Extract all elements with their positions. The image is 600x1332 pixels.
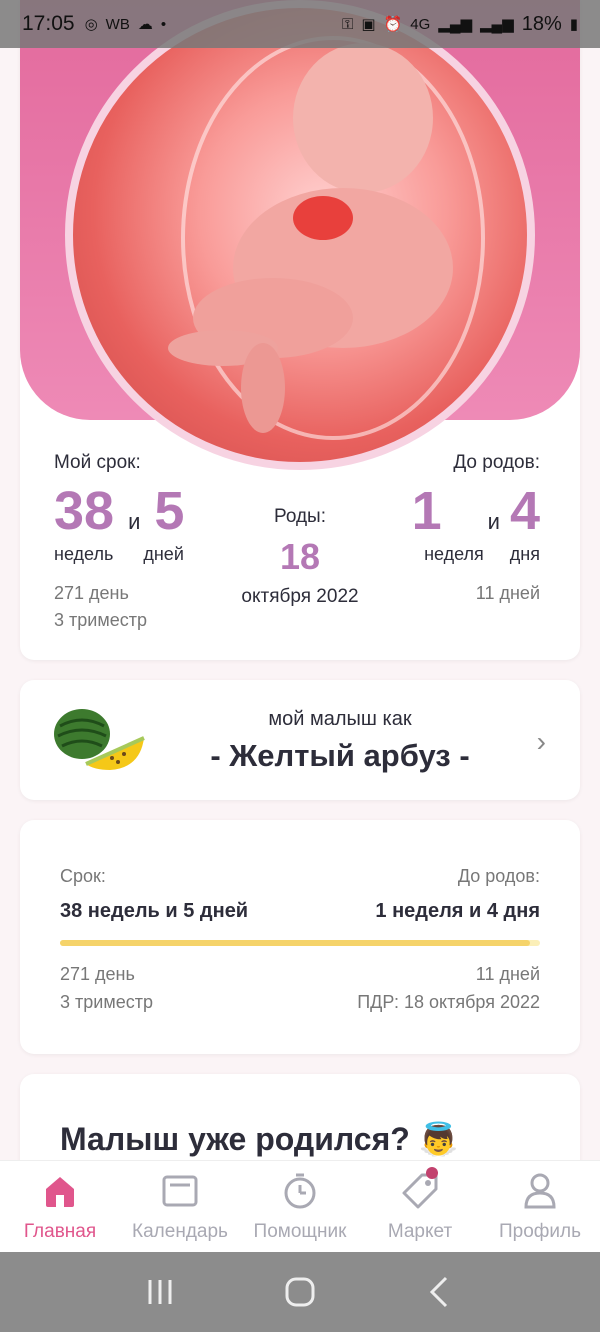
angel-emoji-icon: 👼 (418, 1121, 459, 1157)
cloud-icon: ☁ (137, 16, 153, 33)
birth-month-year: октября 2022 (241, 586, 359, 607)
nav-calendar[interactable]: Календарь (120, 1161, 240, 1252)
fetus-image[interactable] (65, 0, 535, 470)
alarm-icon: ⏰ (383, 16, 403, 33)
until-day-count: 11 дней (475, 583, 540, 603)
progress-bar-fill (60, 940, 531, 946)
fruit-size-card[interactable]: мой малыш как - Желтый арбуз - › (20, 680, 580, 800)
birth-date-block: Роды: 18 октября 2022 (220, 506, 380, 608)
market-badge (426, 1167, 438, 1179)
nav-profile-label: Профиль (498, 1220, 582, 1242)
home-button-icon[interactable] (280, 1272, 320, 1312)
birth-label: Роды: (273, 506, 326, 527)
key-icon: ⚿ (341, 15, 354, 33)
and-text: и (128, 509, 141, 534)
pregnancy-term-card: Мой срок: 38 и 5 недель дней 271 день 3 … (20, 0, 580, 660)
watermelon-icon (54, 709, 145, 770)
progress-until-days: 11 дней (475, 964, 540, 984)
system-navigation-bar (0, 1252, 600, 1332)
battery-icon: ▮ (569, 16, 578, 33)
until-weeks-number: 1 (411, 481, 442, 541)
until-weeks-unit: неделя (424, 544, 484, 564)
day-count: 271 день (54, 583, 129, 603)
until-days-unit: дня (509, 544, 540, 564)
fruit-name: - Желтый арбуз - (210, 738, 470, 773)
calendar-icon (162, 1175, 198, 1206)
weeks-number: 38 (54, 481, 115, 541)
progress-trimester: 3 триместр (60, 992, 153, 1012)
lock-icon: ▣ (361, 16, 376, 33)
baby-born-text: Малыш уже родился? (60, 1121, 410, 1157)
until-and-text: и (487, 509, 500, 534)
birth-day: 18 (279, 536, 321, 577)
fetus-illustration (168, 36, 485, 440)
status-bar: 17:05 ◎ WB ☁ • ⚿ ▣ ⏰ 4G ▂▄▆ ▂▄▆ 18% ▮ (0, 0, 600, 48)
progress-card: Срок: До родов: 38 недель и 5 дней 1 нед… (20, 820, 580, 1054)
days-unit: дней (143, 544, 184, 564)
timer-icon (284, 1173, 316, 1208)
nav-profile[interactable]: Профиль (480, 1161, 600, 1252)
recent-apps-icon[interactable] (140, 1272, 180, 1312)
weeks-unit: недель (54, 544, 114, 564)
signal-icon: ▂▄▆ (438, 16, 472, 33)
progress-bar (60, 940, 540, 946)
nav-market-label: Маркет (387, 1220, 453, 1242)
nav-calendar-label: Календарь (132, 1220, 228, 1242)
dot-icon: • (160, 15, 167, 33)
nav-assistant[interactable]: Помощник (240, 1161, 360, 1252)
progress-term-value: 38 недель и 5 дней (60, 900, 249, 922)
battery-text: 18% (521, 12, 562, 35)
wb-icon: WB (105, 15, 130, 33)
progress-term-label: Срок: (60, 866, 106, 886)
days-number: 5 (154, 481, 185, 541)
nav-market[interactable]: Маркет (360, 1161, 480, 1252)
my-term-block: Мой срок: 38 и 5 недель дней 271 день 3 … (54, 452, 184, 631)
progress-day-count: 271 день (60, 964, 135, 984)
baby-born-title: Малыш уже родился? 👼 (60, 1120, 459, 1158)
progress-until-label: До родов: (457, 866, 540, 886)
progress-pdr: ПДР: 18 октября 2022 (357, 992, 540, 1012)
home-icon (46, 1176, 74, 1207)
my-term-label: Мой срок: (54, 452, 141, 473)
user-icon (524, 1173, 556, 1208)
instagram-icon: ◎ (84, 16, 98, 33)
bottom-navigation: Главная Календарь Помощник Маркет Профил… (0, 1160, 600, 1252)
back-icon[interactable] (420, 1272, 460, 1312)
status-time: 17:05 (22, 12, 75, 35)
nav-assistant-label: Помощник (253, 1220, 347, 1242)
nav-home[interactable]: Главная (0, 1161, 120, 1252)
until-birth-block: До родов: 1 и 4 неделя дня 11 дней (412, 452, 540, 604)
signal-icon-2: ▂▄▆ (480, 16, 514, 33)
until-label: До родов: (453, 452, 540, 473)
trimester: 3 триместр (54, 610, 147, 630)
nav-home-label: Главная (23, 1220, 97, 1242)
progress-until-value: 1 неделя и 4 дня (375, 900, 540, 922)
network-label: 4G (410, 15, 431, 33)
chevron-right-icon[interactable]: › (537, 726, 546, 758)
until-days-number: 4 (509, 481, 540, 541)
fruit-label: мой малыш как (268, 708, 412, 730)
